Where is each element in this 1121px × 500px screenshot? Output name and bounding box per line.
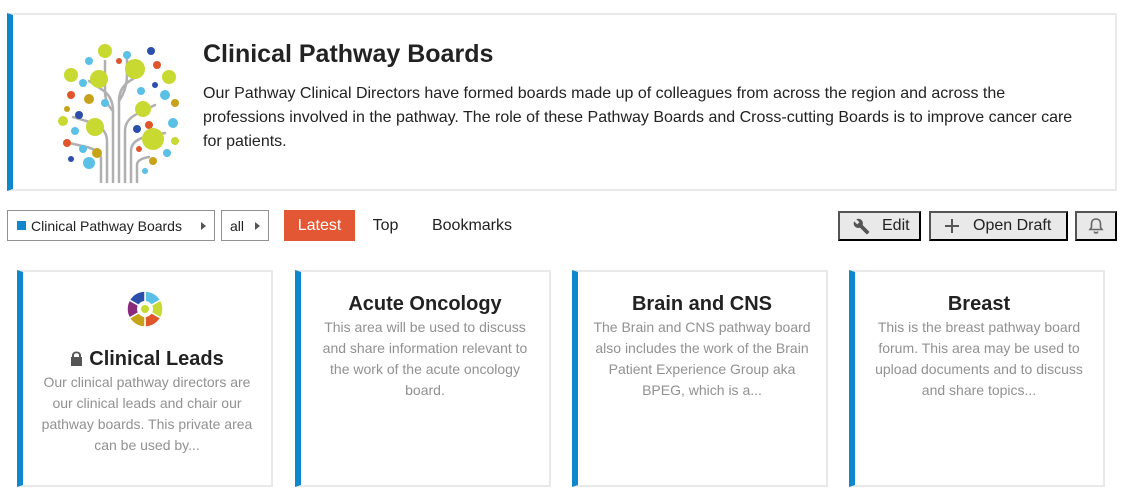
category-card-acute-oncology[interactable]: Acute Oncology This area will be used to… [295, 270, 551, 487]
tab-bookmarks[interactable]: Bookmarks [417, 210, 527, 241]
open-draft-label: Open Draft [973, 217, 1052, 234]
category-card-breast[interactable]: Breast This is the breast pathway board … [849, 270, 1105, 487]
category-card-clinical-leads[interactable]: Clinical Leads Our clinical pathway dire… [17, 270, 273, 487]
category-banner: Clinical Pathway Boards Our Pathway Clin… [7, 13, 1117, 191]
subcategory-dropdown-label: all [230, 217, 245, 234]
category-description: Our Pathway Clinical Directors have form… [203, 85, 1073, 150]
bell-icon [1088, 217, 1104, 235]
card-description: This area will be used to discuss and sh… [322, 319, 528, 398]
clinical-leads-logo-icon [126, 290, 164, 328]
card-title: Clinical Leads [89, 348, 224, 370]
wrench-icon [852, 217, 870, 235]
card-title: Brain and CNS [631, 293, 773, 315]
edit-category-button[interactable]: Edit [838, 211, 921, 241]
category-color-badge [17, 221, 26, 230]
card-description: The Brain and CNS pathway board also inc… [593, 319, 811, 398]
open-draft-button[interactable]: Open Draft [929, 211, 1068, 241]
card-description: This is the breast pathway board forum. … [875, 319, 1083, 398]
subcategory-dropdown[interactable]: all [221, 210, 269, 241]
card-description: Our clinical pathway directors are our c… [41, 374, 253, 453]
tree-logo-icon [58, 44, 179, 183]
category-card-brain-and-cns[interactable]: Brain and CNS The Brain and CNS pathway … [572, 270, 828, 487]
category-dropdown[interactable]: Clinical Pathway Boards [7, 210, 215, 241]
tab-top[interactable]: Top [358, 210, 413, 241]
page-title: Clinical Pathway Boards [203, 40, 494, 68]
notifications-button[interactable] [1075, 211, 1117, 241]
caret-right-icon [201, 222, 206, 230]
edit-button-label: Edit [882, 217, 910, 234]
caret-right-icon [255, 222, 260, 230]
category-dropdown-label: Clinical Pathway Boards [31, 217, 182, 234]
card-title: Acute Oncology [348, 293, 502, 315]
plus-icon [943, 217, 961, 235]
tab-latest[interactable]: Latest [284, 210, 355, 241]
card-title: Breast [947, 293, 1011, 315]
lock-icon [71, 351, 83, 366]
